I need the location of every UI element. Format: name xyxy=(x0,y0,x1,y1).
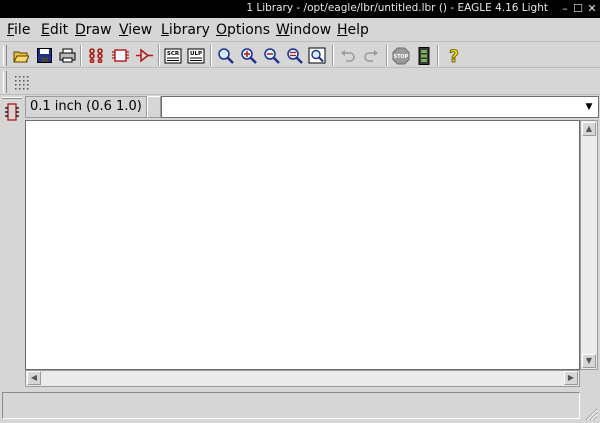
scroll-up-icon[interactable]: ▲ xyxy=(582,122,596,136)
component-tool-icon xyxy=(5,103,19,121)
svg-text:ULP: ULP xyxy=(190,51,202,57)
left-toolbox xyxy=(0,96,24,389)
zoom-in-icon xyxy=(240,48,257,64)
command-input[interactable] xyxy=(161,96,599,118)
zoom-in-button[interactable] xyxy=(237,45,259,66)
title-bar: 1 Library - /opt/eagle/lbr/untitled.lbr … xyxy=(0,0,600,18)
zoom-fit-icon xyxy=(217,48,234,64)
scroll-right-icon[interactable]: ▶ xyxy=(564,371,578,385)
scroll-down-icon[interactable]: ▼ xyxy=(582,354,596,368)
go-icon xyxy=(418,46,430,65)
package-icon xyxy=(88,48,103,63)
zoom-fit-button[interactable] xyxy=(214,45,236,66)
script-icon: SCR xyxy=(164,48,182,63)
symbol-button[interactable] xyxy=(109,45,131,66)
svg-text:SCR: SCR xyxy=(167,51,180,57)
device-button[interactable] xyxy=(133,45,155,66)
zoom-redraw-icon xyxy=(286,48,303,64)
command-history-dropdown-icon[interactable]: ▼ xyxy=(581,98,597,116)
menu-library[interactable]: Library xyxy=(161,21,210,39)
main-toolbar: SCR ULP STOP ? xyxy=(0,43,600,68)
open-button[interactable] xyxy=(10,45,32,66)
menu-options[interactable]: Options xyxy=(216,21,270,39)
window-title: 1 Library - /opt/eagle/lbr/untitled.lbr … xyxy=(246,2,548,14)
scroll-left-icon[interactable]: ◀ xyxy=(27,371,41,385)
device-icon xyxy=(135,48,153,63)
grid-button[interactable] xyxy=(10,71,32,92)
zoom-out-icon xyxy=(263,48,280,64)
resize-grip-icon[interactable] xyxy=(584,407,598,421)
menu-bar: File Edit Draw View Library Options Wind… xyxy=(0,18,600,42)
horizontal-scrollbar[interactable]: ◀ ▶ xyxy=(25,370,580,387)
script-button[interactable]: SCR xyxy=(162,45,184,66)
coordinate-toggle-button[interactable] xyxy=(147,96,161,118)
grid-icon xyxy=(15,75,29,89)
open-folder-icon xyxy=(13,51,29,62)
redo-button[interactable] xyxy=(360,45,382,66)
save-button[interactable] xyxy=(33,45,55,66)
help-icon: ? xyxy=(449,47,460,65)
ulp-button[interactable]: ULP xyxy=(185,45,207,66)
zoom-select-icon xyxy=(308,47,326,64)
menu-file[interactable]: File xyxy=(7,21,30,39)
menu-window[interactable]: Window xyxy=(276,21,331,39)
close-icon[interactable]: ✕ xyxy=(585,2,599,16)
save-icon xyxy=(36,48,52,63)
package-button[interactable] xyxy=(85,45,107,66)
zoom-redraw-button[interactable] xyxy=(283,45,305,66)
help-button[interactable]: ? xyxy=(443,45,465,66)
redo-icon xyxy=(364,49,378,62)
zoom-out-button[interactable] xyxy=(260,45,282,66)
vertical-scrollbar[interactable]: ▲ ▼ xyxy=(580,120,598,370)
coordinate-display: 0.1 inch (0.6 1.0) xyxy=(25,96,147,118)
status-bar xyxy=(0,390,600,423)
stop-button[interactable]: STOP xyxy=(390,45,412,66)
toolbar-grip[interactable] xyxy=(3,45,7,66)
drawing-canvas[interactable] xyxy=(25,120,580,370)
go-button[interactable] xyxy=(413,45,435,66)
undo-icon xyxy=(341,49,355,62)
status-message xyxy=(2,392,580,419)
secondary-toolbar xyxy=(0,69,600,95)
minimize-icon[interactable]: – xyxy=(558,2,572,16)
undo-button[interactable] xyxy=(337,45,359,66)
stop-icon: STOP xyxy=(392,47,410,64)
print-icon xyxy=(59,48,75,63)
menu-view[interactable]: View xyxy=(119,21,152,39)
print-button[interactable] xyxy=(56,45,78,66)
ulp-icon: ULP xyxy=(187,48,205,63)
maximize-icon[interactable]: ☐ xyxy=(571,2,585,16)
zoom-select-button[interactable] xyxy=(306,45,328,66)
symbol-icon xyxy=(111,49,129,62)
menu-draw[interactable]: Draw xyxy=(75,21,112,39)
component-tool-button[interactable] xyxy=(1,101,23,123)
menu-help[interactable]: Help xyxy=(337,21,369,39)
svg-text:?: ? xyxy=(449,47,459,65)
menu-edit[interactable]: Edit xyxy=(41,21,68,39)
toolbar-grip[interactable] xyxy=(3,71,7,93)
svg-text:STOP: STOP xyxy=(394,54,409,60)
